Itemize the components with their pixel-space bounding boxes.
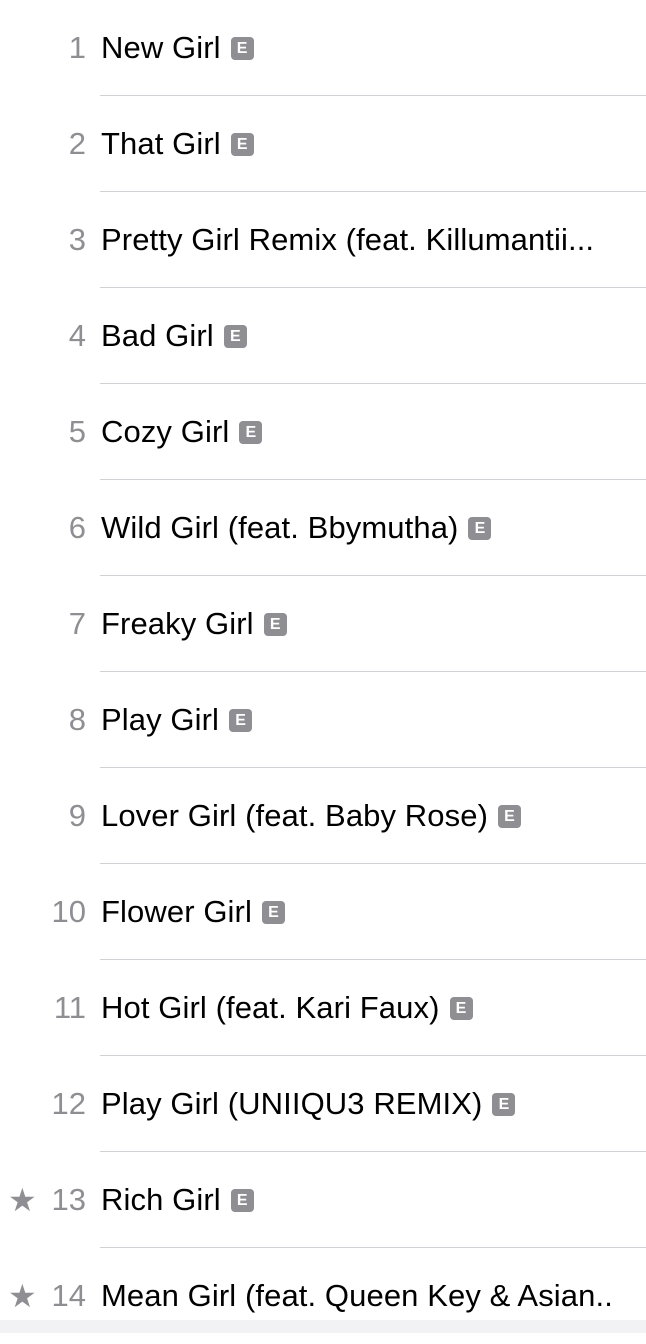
- star-icon: ★: [8, 1181, 37, 1219]
- explicit-badge-icon: E: [263, 613, 287, 637]
- track-row[interactable]: 6 Wild Girl (feat. Bbymutha) E: [0, 480, 646, 576]
- track-row[interactable]: 10 Flower Girl E: [0, 864, 646, 960]
- track-title: Cozy Girl: [101, 414, 230, 449]
- explicit-badge-icon: E: [230, 37, 254, 61]
- track-title-container: Play Girl E: [101, 672, 646, 768]
- explicit-badge-icon: E: [239, 421, 263, 445]
- track-number: 9: [68, 798, 86, 833]
- track-title-container: That Girl E: [101, 96, 646, 192]
- track-title-container: Cozy Girl E: [101, 384, 646, 480]
- track-row[interactable]: 3 Pretty Girl Remix (feat. Killumantii...: [0, 192, 646, 288]
- track-row[interactable]: 2 That Girl E: [0, 96, 646, 192]
- track-row[interactable]: 4 Bad Girl E: [0, 288, 646, 384]
- explicit-badge-icon: E: [230, 133, 254, 157]
- track-title: New Girl: [101, 30, 221, 65]
- explicit-badge-icon: E: [230, 1189, 254, 1213]
- bottom-bar: [0, 1320, 646, 1333]
- track-number: 12: [51, 1086, 86, 1121]
- track-title: That Girl: [101, 126, 221, 161]
- explicit-badge-icon: E: [498, 805, 521, 829]
- track-number: 4: [68, 318, 86, 353]
- track-title: Wild Girl (feat. Bbymutha): [101, 510, 459, 545]
- track-number: 1: [68, 30, 86, 65]
- track-title-container: Lover Girl (feat. Baby Rose) E: [101, 768, 646, 864]
- track-title: Freaky Girl: [101, 606, 254, 641]
- track-row[interactable]: 7 Freaky Girl E: [0, 576, 646, 672]
- track-number: 3: [68, 222, 86, 257]
- track-title-container: Rich Girl E: [101, 1152, 646, 1248]
- track-row[interactable]: 8 Play Girl E: [0, 672, 646, 768]
- track-title: Pretty Girl Remix (feat. Killumantii...: [101, 222, 595, 257]
- explicit-badge-icon: E: [492, 1093, 516, 1117]
- explicit-badge-icon: E: [261, 901, 285, 925]
- track-row[interactable]: 11 Hot Girl (feat. Kari Faux) E: [0, 960, 646, 1056]
- explicit-badge-icon: E: [468, 517, 492, 541]
- track-title-container: Play Girl (UNIIQU3 REMIX) E: [101, 1056, 646, 1152]
- track-number: 13: [51, 1182, 86, 1217]
- explicit-badge-icon: E: [223, 325, 247, 349]
- track-number: 8: [68, 702, 86, 737]
- track-title: Lover Girl (feat. Baby Rose): [101, 798, 488, 833]
- track-number: 10: [51, 894, 86, 929]
- track-title: Play Girl (UNIIQU3 REMIX): [101, 1086, 483, 1121]
- track-row[interactable]: ★ 13 Rich Girl E: [0, 1152, 646, 1248]
- explicit-badge-icon: E: [229, 709, 253, 733]
- track-title: Bad Girl: [101, 318, 214, 353]
- explicit-badge-icon: E: [449, 997, 473, 1021]
- track-number: 7: [68, 606, 86, 641]
- track-row[interactable]: 12 Play Girl (UNIIQU3 REMIX) E: [0, 1056, 646, 1152]
- track-title-container: Flower Girl E: [101, 864, 646, 960]
- track-title-container: Bad Girl E: [101, 288, 646, 384]
- track-number: 5: [68, 414, 86, 449]
- track-number: 6: [68, 510, 86, 545]
- track-title: Rich Girl: [101, 1182, 221, 1217]
- track-row[interactable]: 1 New Girl E: [0, 0, 646, 96]
- track-number: 2: [68, 126, 86, 161]
- track-title: Hot Girl (feat. Kari Faux): [101, 990, 440, 1025]
- track-title-container: Freaky Girl E: [101, 576, 646, 672]
- track-number: 11: [53, 990, 86, 1025]
- track-title: Mean Girl (feat. Queen Key & Asian..: [101, 1278, 613, 1313]
- track-title-container: Pretty Girl Remix (feat. Killumantii...: [101, 192, 646, 288]
- track-title: Flower Girl: [101, 894, 252, 929]
- track-title-container: New Girl E: [101, 0, 646, 96]
- track-title: Play Girl: [101, 702, 220, 737]
- track-title-container: Wild Girl (feat. Bbymutha) E: [101, 480, 646, 576]
- track-row[interactable]: 5 Cozy Girl E: [0, 384, 646, 480]
- track-row[interactable]: 9 Lover Girl (feat. Baby Rose) E: [0, 768, 646, 864]
- track-title-container: Hot Girl (feat. Kari Faux) E: [101, 960, 646, 1056]
- track-list: 1 New Girl E 2 That Girl E 3 Pretty Girl Remix …: [0, 0, 646, 1320]
